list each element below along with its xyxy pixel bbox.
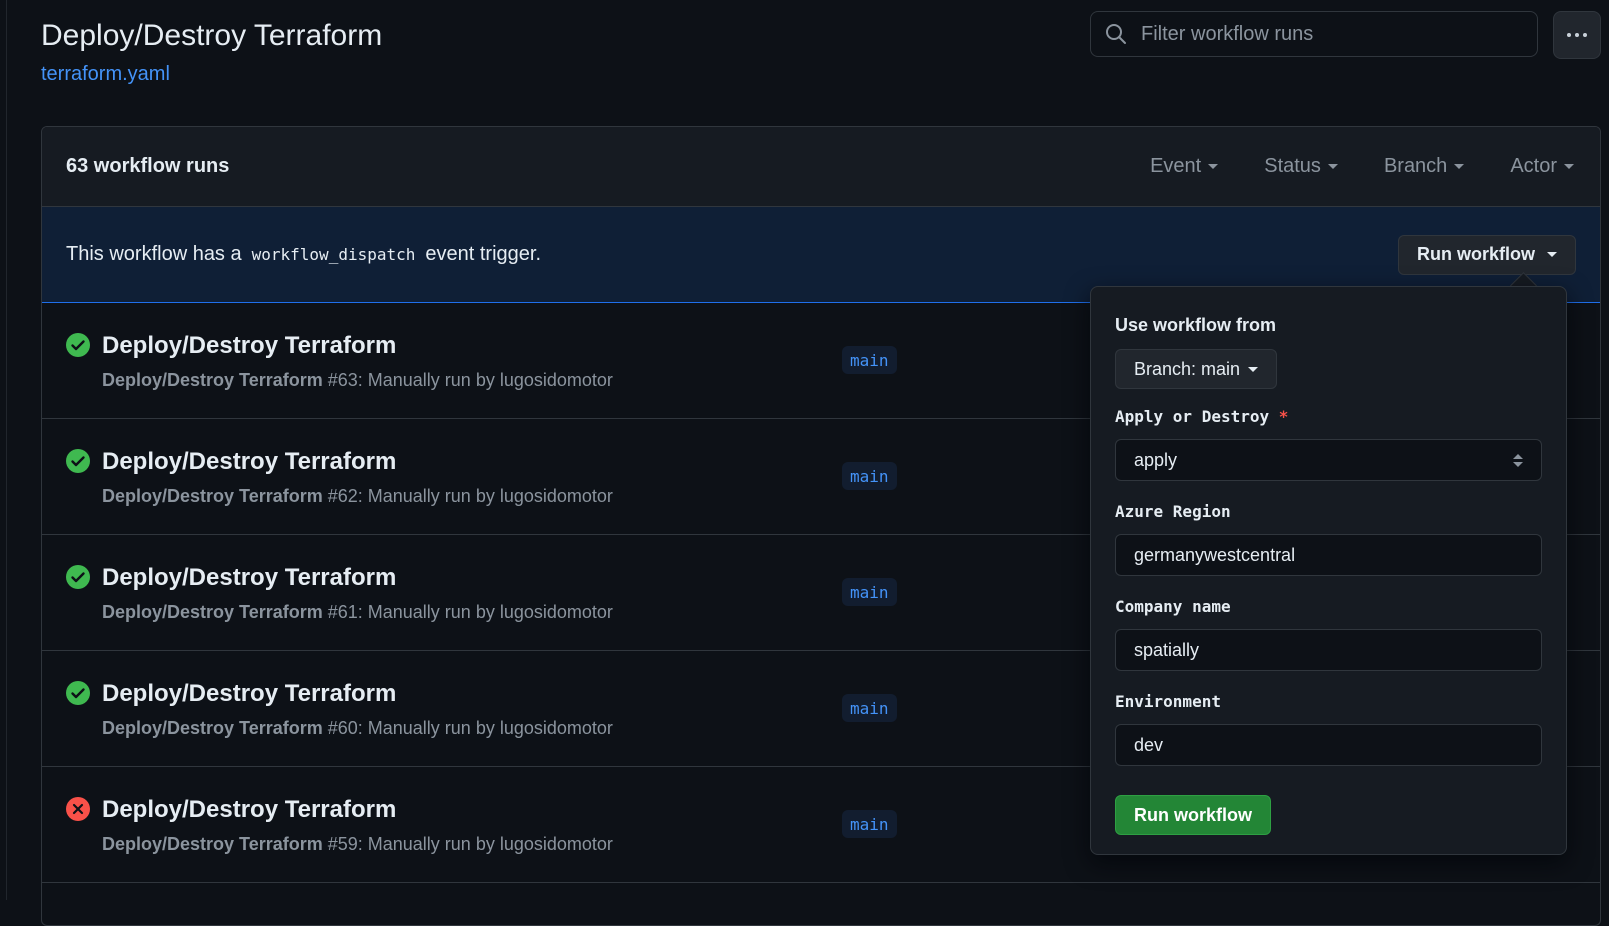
run-title[interactable]: Deploy/Destroy Terraform: [102, 564, 396, 592]
banner-text: This workflow has a workflow_dispatch even…: [66, 243, 541, 266]
apply-destroy-select[interactable]: apply: [1115, 439, 1542, 481]
run-subtitle: Deploy/Destroy Terraform #59: Manually r…: [102, 834, 613, 855]
run-workflow-name: Deploy/Destroy Terraform: [102, 486, 323, 506]
select-updown-icon: [1513, 453, 1523, 467]
branch-select-button[interactable]: Branch: main: [1115, 349, 1278, 389]
caret-down-icon: [1547, 252, 1557, 257]
banner-prefix: This workflow has a: [66, 243, 242, 265]
left-divider: [6, 0, 7, 900]
run-title[interactable]: Deploy/Destroy Terraform: [102, 796, 396, 824]
banner-code: workflow_dispatch: [251, 245, 416, 264]
runs-header: 63 workflow runs Event Status Branch Act…: [42, 127, 1600, 207]
run-workflow-name: Deploy/Destroy Terraform: [102, 834, 323, 854]
environment-label: Environment: [1115, 692, 1221, 711]
filter-actor[interactable]: Actor: [1510, 155, 1574, 178]
apply-destroy-value: apply: [1134, 449, 1178, 470]
run-title[interactable]: Deploy/Destroy Terraform: [102, 332, 396, 360]
caret-down-icon: [1454, 164, 1465, 169]
branch-tag[interactable]: main: [842, 810, 897, 838]
branch-select-label: Branch: main: [1134, 358, 1241, 379]
kebab-dot: [1583, 33, 1587, 37]
check-circle-icon: [66, 681, 90, 705]
run-details: #63: Manually run by lugosidomotor: [322, 370, 613, 390]
run-workflow-submit-button[interactable]: Run workflow: [1115, 795, 1271, 835]
kebab-dot: [1575, 33, 1579, 37]
environment-field[interactable]: [1115, 724, 1542, 766]
run-workflow-name: Deploy/Destroy Terraform: [102, 602, 323, 622]
page-title: Deploy/Destroy Terraform: [41, 19, 383, 52]
filter-status[interactable]: Status: [1264, 155, 1338, 178]
run-workflow-label: Run workflow: [1417, 244, 1535, 264]
run-workflow-name: Deploy/Destroy Terraform: [102, 718, 323, 738]
search-input[interactable]: [1139, 21, 1537, 47]
run-workflow-name: Deploy/Destroy Terraform: [102, 370, 323, 390]
azure-region-label: Azure Region: [1115, 502, 1231, 521]
branch-tag[interactable]: main: [842, 462, 897, 490]
filter-label: Branch: [1383, 155, 1448, 177]
more-options-button[interactable]: [1553, 11, 1601, 59]
filter-label: Actor: [1510, 155, 1557, 177]
required-mark: *: [1278, 407, 1289, 426]
run-details: #61: Manually run by lugosidomotor: [322, 602, 613, 622]
use-workflow-from-label: Use workflow from: [1115, 315, 1277, 335]
caret-down-icon: [1564, 164, 1574, 169]
check-circle-icon: [66, 449, 90, 473]
apply-destroy-label: Apply or Destroy *: [1115, 407, 1288, 426]
company-name-field[interactable]: [1115, 629, 1542, 671]
filter-event[interactable]: Event: [1150, 155, 1219, 178]
run-subtitle: Deploy/Destroy Terraform #61: Manually r…: [102, 602, 613, 623]
branch-tag[interactable]: main: [842, 694, 897, 722]
run-title[interactable]: Deploy/Destroy Terraform: [102, 448, 396, 476]
run-subtitle: Deploy/Destroy Terraform #62: Manually r…: [102, 486, 613, 507]
filter-bar: Event Status Branch Actor: [1150, 155, 1574, 178]
check-circle-icon: [66, 333, 90, 357]
banner-suffix: event trigger.: [425, 243, 542, 265]
x-circle-icon: [66, 797, 90, 821]
caret-down-icon: [1208, 164, 1219, 169]
run-workflow-popover: Use workflow from Branch: main Apply or …: [1090, 286, 1567, 855]
branch-tag[interactable]: main: [842, 578, 897, 606]
caret-down-icon: [1248, 366, 1259, 372]
filter-runs-search[interactable]: [1090, 11, 1538, 57]
run-title[interactable]: Deploy/Destroy Terraform: [102, 680, 396, 708]
company-name-label: Company name: [1115, 597, 1231, 616]
filter-label: Event: [1150, 155, 1202, 177]
check-circle-icon: [66, 565, 90, 589]
caret-down-icon: [1327, 164, 1338, 169]
kebab-dot: [1567, 33, 1571, 37]
filter-branch[interactable]: Branch: [1383, 155, 1465, 178]
run-details: #60: Manually run by lugosidomotor: [322, 718, 613, 738]
run-details: #62: Manually run by lugosidomotor: [322, 486, 613, 506]
branch-tag[interactable]: main: [842, 346, 897, 374]
filter-label: Status: [1264, 155, 1321, 177]
run-subtitle: Deploy/Destroy Terraform #63: Manually r…: [102, 370, 613, 391]
run-subtitle: Deploy/Destroy Terraform #60: Manually r…: [102, 718, 613, 739]
run-details: #59: Manually run by lugosidomotor: [322, 834, 613, 854]
runs-count: 63 workflow runs: [66, 155, 230, 177]
search-icon: [1106, 24, 1126, 44]
apply-destroy-label-text: Apply or Destroy: [1115, 407, 1270, 426]
run-workflow-dropdown-button[interactable]: Run workflow: [1398, 234, 1576, 275]
azure-region-field[interactable]: [1115, 534, 1542, 576]
workflow-file-link[interactable]: terraform.yaml: [41, 63, 170, 86]
